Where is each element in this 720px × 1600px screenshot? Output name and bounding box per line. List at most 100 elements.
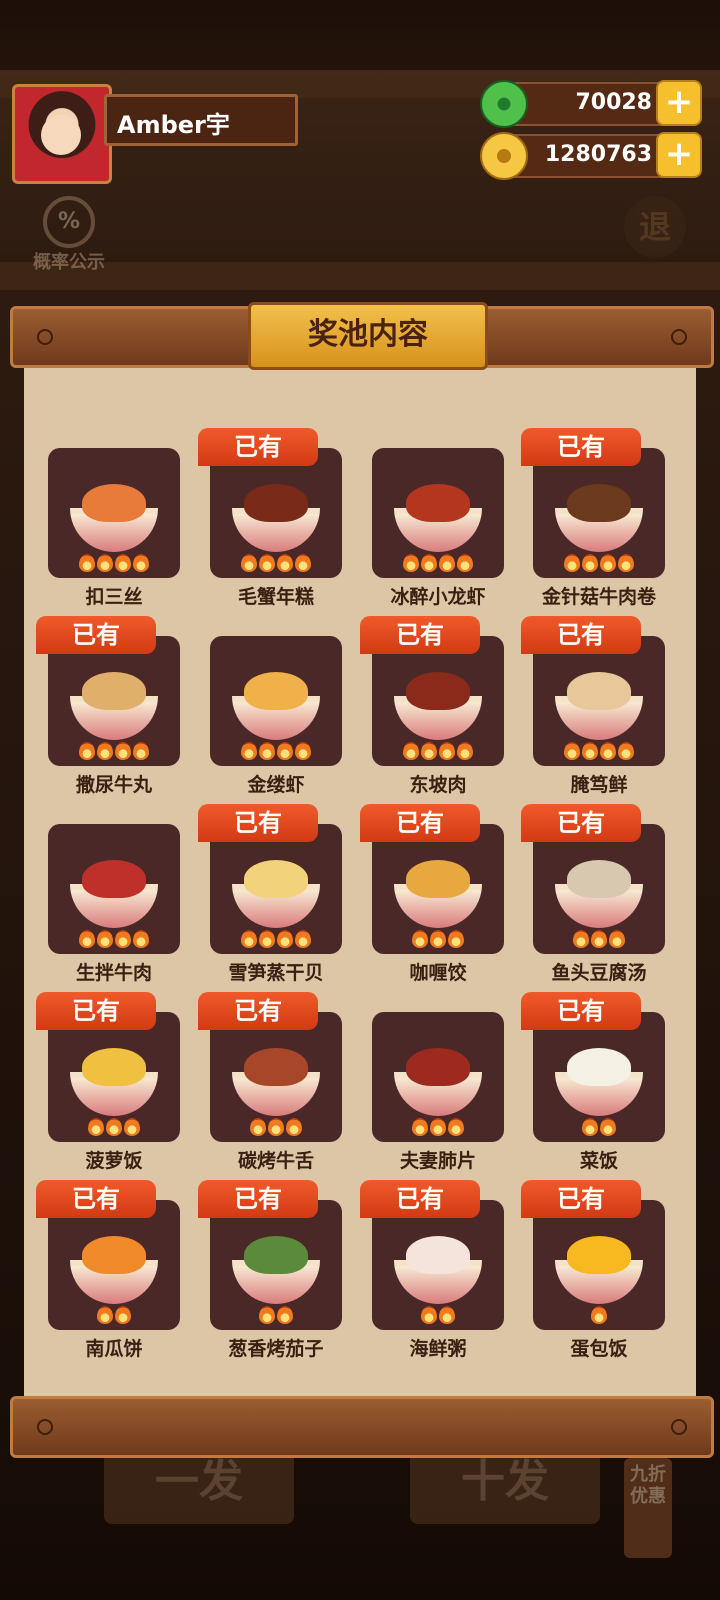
fire-icon bbox=[591, 1306, 607, 1324]
fire-icon bbox=[115, 742, 131, 760]
fire-icon bbox=[115, 1306, 131, 1324]
fire-icon bbox=[618, 554, 634, 572]
fire-icon bbox=[564, 742, 580, 760]
rarity-fires bbox=[372, 742, 504, 760]
dish-card bbox=[533, 1200, 665, 1330]
food-icon bbox=[82, 484, 146, 522]
fire-icon bbox=[430, 1118, 446, 1136]
owned-badge: 已有 bbox=[36, 1180, 156, 1218]
fire-icon bbox=[573, 930, 589, 948]
dish-name: 毛蟹年糕 bbox=[237, 586, 314, 608]
food-icon bbox=[244, 484, 308, 522]
nail bbox=[37, 1419, 53, 1435]
exit-button[interactable]: 退 bbox=[624, 196, 686, 258]
food-icon bbox=[82, 1048, 146, 1086]
fire-icon bbox=[618, 742, 634, 760]
add-jade-button[interactable]: + bbox=[656, 80, 702, 126]
food-icon bbox=[82, 672, 146, 710]
rarity-fires bbox=[48, 1306, 180, 1324]
dish-card bbox=[372, 1012, 504, 1142]
fire-icon bbox=[133, 554, 149, 572]
fire-icon bbox=[600, 742, 616, 760]
owned-badge: 已有 bbox=[198, 992, 318, 1030]
dish-card bbox=[210, 1012, 342, 1142]
probability-button[interactable]: % 概率公示 bbox=[24, 196, 114, 273]
owned-badge: 已有 bbox=[360, 804, 480, 842]
fire-icon bbox=[600, 554, 616, 572]
fire-icon bbox=[412, 930, 428, 948]
fire-icon bbox=[295, 742, 311, 760]
food-icon bbox=[406, 484, 470, 522]
fire-icon bbox=[439, 554, 455, 572]
fire-icon bbox=[250, 1118, 266, 1136]
fire-icon bbox=[259, 930, 275, 948]
avatar-face bbox=[41, 115, 81, 155]
fire-icon bbox=[277, 1306, 293, 1324]
player-name: Amber宇 bbox=[117, 111, 230, 139]
fire-icon bbox=[241, 742, 257, 760]
owned-badge: 已有 bbox=[521, 616, 641, 654]
dish-card bbox=[48, 1012, 180, 1142]
fire-icon bbox=[277, 930, 293, 948]
panel-bottom-bar bbox=[10, 1396, 714, 1458]
player-name-plate: Amber宇 bbox=[104, 94, 298, 146]
fire-icon bbox=[412, 1118, 428, 1136]
fire-icon bbox=[124, 1118, 140, 1136]
dish-name: 菠萝饭 bbox=[85, 1150, 143, 1172]
fire-icon bbox=[295, 554, 311, 572]
food-icon bbox=[567, 1048, 631, 1086]
dish-card bbox=[210, 448, 342, 578]
nail bbox=[671, 329, 687, 345]
dish-name: 鱼头豆腐汤 bbox=[551, 962, 647, 984]
owned-badge: 已有 bbox=[360, 1180, 480, 1218]
owned-badge: 已有 bbox=[36, 992, 156, 1030]
fire-icon bbox=[97, 554, 113, 572]
rarity-fires bbox=[533, 742, 665, 760]
dish-card bbox=[48, 636, 180, 766]
fire-icon bbox=[259, 742, 275, 760]
fire-icon bbox=[609, 930, 625, 948]
food-icon bbox=[244, 860, 308, 898]
jade-icon bbox=[480, 80, 528, 128]
food-icon bbox=[567, 860, 631, 898]
nail bbox=[671, 1419, 687, 1435]
dish-name: 雪笋蒸干贝 bbox=[228, 962, 324, 984]
coin-icon bbox=[480, 132, 528, 180]
food-icon bbox=[406, 1048, 470, 1086]
fire-icon bbox=[115, 554, 131, 572]
dish-card bbox=[372, 824, 504, 954]
dish-name: 生拌牛肉 bbox=[75, 962, 152, 984]
fire-icon bbox=[421, 1306, 437, 1324]
rarity-fires bbox=[533, 1306, 665, 1324]
rarity-fires bbox=[533, 554, 665, 572]
probability-label: 概率公示 bbox=[33, 252, 105, 273]
fire-icon bbox=[403, 742, 419, 760]
fire-icon bbox=[295, 930, 311, 948]
dish-card bbox=[48, 1200, 180, 1330]
dish-card bbox=[533, 448, 665, 578]
fire-icon bbox=[457, 554, 473, 572]
fire-icon bbox=[97, 1306, 113, 1324]
fire-icon bbox=[133, 930, 149, 948]
fire-icon bbox=[268, 1118, 284, 1136]
fire-icon bbox=[259, 1306, 275, 1324]
owned-badge: 已有 bbox=[198, 1180, 318, 1218]
gold-currency: 1280763 + bbox=[480, 132, 702, 180]
dish-card bbox=[210, 824, 342, 954]
food-icon bbox=[406, 860, 470, 898]
dish-name: 菜饭 bbox=[579, 1150, 618, 1172]
dish-name: 东坡肉 bbox=[409, 774, 467, 796]
rarity-fires bbox=[372, 554, 504, 572]
add-gold-button[interactable]: + bbox=[656, 132, 702, 178]
dish-name: 夫妻肺片 bbox=[399, 1150, 476, 1172]
fire-icon bbox=[97, 742, 113, 760]
food-icon bbox=[567, 1236, 631, 1274]
fire-icon bbox=[582, 554, 598, 572]
fire-icon bbox=[591, 930, 607, 948]
jade-value: 70028 bbox=[575, 90, 652, 115]
owned-badge: 已有 bbox=[521, 1180, 641, 1218]
rarity-fires bbox=[372, 930, 504, 948]
dish-name: 南瓜饼 bbox=[85, 1338, 143, 1360]
avatar[interactable] bbox=[12, 84, 112, 184]
dish-card bbox=[533, 636, 665, 766]
